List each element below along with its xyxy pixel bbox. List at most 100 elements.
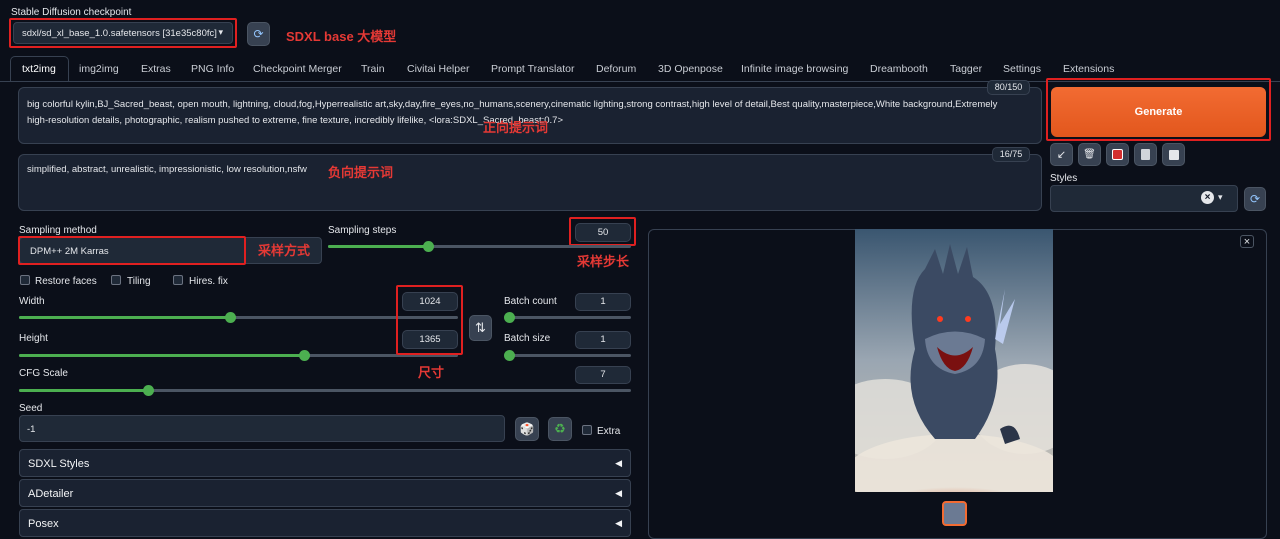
reuse-seed-button[interactable]: ♻ xyxy=(548,417,572,441)
batch-count-input[interactable]: 1 xyxy=(575,293,631,311)
negative-prompt-textarea[interactable]: simplified, abstract, unrealistic, impre… xyxy=(18,154,1042,211)
swap-icon: ⇅ xyxy=(475,320,486,335)
tab-dreambooth[interactable]: Dreambooth xyxy=(870,63,928,75)
triangle-left-icon: ◀ xyxy=(615,518,622,528)
save-style-button[interactable] xyxy=(1162,143,1185,166)
hires-fix-checkbox[interactable] xyxy=(173,275,183,285)
slider-handle[interactable] xyxy=(299,350,311,361)
accordion-posex[interactable]: Posex ◀ xyxy=(19,509,631,537)
read-params-button[interactable]: ↙ xyxy=(1050,143,1073,166)
cfg-scale-input[interactable]: 7 xyxy=(575,366,631,384)
height-label: Height xyxy=(19,333,48,344)
refresh-styles-button[interactable]: ⟳ xyxy=(1244,187,1266,211)
checkpoint-label: Stable Diffusion checkpoint xyxy=(11,7,132,18)
random-seed-button[interactable]: 🎲 xyxy=(515,417,539,441)
width-slider[interactable] xyxy=(19,312,458,323)
tab-png-info[interactable]: PNG Info xyxy=(191,63,234,75)
swap-dimensions-button[interactable]: ⇅ xyxy=(469,315,492,341)
seed-input[interactable]: -1 xyxy=(19,415,505,442)
image-thumbnail[interactable] xyxy=(942,501,967,526)
batch-size-input[interactable]: 1 xyxy=(575,331,631,349)
tab-extras[interactable]: Extras xyxy=(141,63,171,75)
clipboard-icon xyxy=(1141,149,1150,160)
checkpoint-highlight xyxy=(9,18,237,48)
slider-fill xyxy=(19,316,230,319)
prompt-token-counter: 80/150 xyxy=(987,80,1030,95)
tab-civitai-helper[interactable]: Civitai Helper xyxy=(407,63,469,75)
trash-icon: 🗑 xyxy=(1083,149,1096,160)
prompt-annotation: 正向提示词 xyxy=(483,120,549,135)
styles-select[interactable]: × ▾ xyxy=(1050,185,1238,212)
slider-fill xyxy=(328,245,428,248)
width-label: Width xyxy=(19,296,45,307)
negative-annotation: 负向提示词 xyxy=(328,165,394,180)
tab-infinite-image-browsing[interactable]: Infinite image browsing xyxy=(741,63,848,75)
arrow-down-left-icon: ↙ xyxy=(1056,149,1067,161)
sampling-steps-label: Sampling steps xyxy=(328,225,397,236)
extra-networks-button[interactable] xyxy=(1106,143,1129,166)
sampling-method-highlight xyxy=(18,236,246,265)
generated-image[interactable] xyxy=(855,229,1053,492)
tab-tagger[interactable]: Tagger xyxy=(950,63,982,75)
sampling-steps-slider[interactable] xyxy=(328,241,631,252)
styles-label: Styles xyxy=(1050,173,1078,184)
clear-prompt-button[interactable]: 🗑 xyxy=(1078,143,1101,166)
recycle-icon: ♻ xyxy=(554,421,566,436)
triangle-left-icon: ◀ xyxy=(615,458,622,468)
clear-icon[interactable]: × xyxy=(1201,191,1214,204)
sampling-method-label: Sampling method xyxy=(19,225,97,236)
tab-img2img[interactable]: img2img xyxy=(79,63,119,75)
refresh-icon: ⟳ xyxy=(1249,192,1261,206)
size-highlight xyxy=(396,285,463,355)
tiling-label: Tiling xyxy=(127,276,151,287)
height-slider[interactable] xyxy=(19,350,458,361)
accordion-adetailer[interactable]: ADetailer ◀ xyxy=(19,479,631,507)
checkpoint-annotation: SDXL base 大模型 xyxy=(286,29,397,44)
accordion-sdxl-styles[interactable]: SDXL Styles ◀ xyxy=(19,449,631,477)
refresh-icon: ⟳ xyxy=(253,27,264,41)
tab-prompt-translator[interactable]: Prompt Translator xyxy=(491,63,574,75)
slider-fill xyxy=(19,389,148,392)
batch-size-slider[interactable] xyxy=(504,350,631,361)
extra-seed-checkbox[interactable] xyxy=(582,425,592,435)
extra-seed-label: Extra xyxy=(597,426,621,437)
tiling-checkbox[interactable] xyxy=(111,275,121,285)
dice-icon: 🎲 xyxy=(519,422,535,436)
tab-train[interactable]: Train xyxy=(361,63,385,75)
slider-fill xyxy=(19,354,305,357)
batch-count-label: Batch count xyxy=(504,296,557,307)
refresh-checkpoint-button[interactable]: ⟳ xyxy=(247,22,270,46)
tab-settings[interactable]: Settings xyxy=(1003,63,1041,75)
sampling-method-annotation: 采样方式 xyxy=(258,243,311,258)
slider-handle[interactable] xyxy=(504,350,515,361)
tab-checkpoint-merger[interactable]: Checkpoint Merger xyxy=(253,63,342,75)
generate-highlight xyxy=(1046,78,1271,141)
restore-faces-checkbox[interactable] xyxy=(20,275,30,285)
floppy-disk-icon xyxy=(1168,149,1179,160)
accordion-title: ADetailer xyxy=(28,488,74,500)
batch-count-slider[interactable] xyxy=(504,312,631,323)
negative-token-counter: 16/75 xyxy=(992,147,1030,162)
apply-style-button[interactable] xyxy=(1134,143,1157,166)
close-icon[interactable]: × xyxy=(1240,235,1254,248)
cfg-scale-slider[interactable] xyxy=(19,385,631,396)
tab-3d-openpose[interactable]: 3D Openpose xyxy=(658,63,723,75)
seed-value: -1 xyxy=(27,424,36,435)
triangle-left-icon: ◀ xyxy=(615,488,622,498)
seed-label: Seed xyxy=(19,403,43,414)
slider-handle[interactable] xyxy=(142,385,154,396)
slider-handle[interactable] xyxy=(504,312,515,323)
tab-txt2img[interactable]: txt2img xyxy=(22,63,56,75)
size-annotation: 尺寸 xyxy=(418,365,445,380)
tab-deforum[interactable]: Deforum xyxy=(596,63,636,75)
batch-size-label: Batch size xyxy=(504,333,551,344)
negative-prompt-text: simplified, abstract, unrealistic, impre… xyxy=(27,164,307,175)
cfg-scale-label: CFG Scale xyxy=(19,368,68,379)
chevron-down-icon: ▾ xyxy=(1218,192,1223,202)
slider-handle[interactable] xyxy=(224,312,236,323)
sampling-steps-annotation: 采样步长 xyxy=(577,254,630,269)
sampling-steps-highlight xyxy=(569,217,636,246)
slider-handle[interactable] xyxy=(422,241,434,252)
tab-extensions[interactable]: Extensions xyxy=(1063,63,1114,75)
hires-fix-label: Hires. fix xyxy=(189,276,228,287)
